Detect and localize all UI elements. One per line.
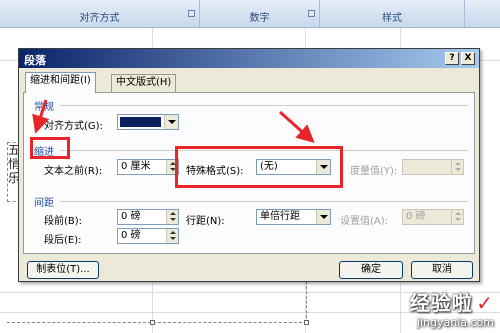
dialog-launcher-icon[interactable]: [188, 10, 195, 17]
ribbon: 对齐方式 数字 样式: [0, 0, 500, 28]
spinner-icon[interactable]: [451, 210, 463, 224]
check-icon: ✓: [476, 291, 494, 315]
ribbon-group-label: 对齐方式: [79, 13, 120, 24]
ok-button[interactable]: 确定: [339, 261, 403, 279]
shape-frame-edge: [7, 322, 307, 323]
space-before-value: 0 磅: [121, 211, 141, 222]
highlight-box-indent: [30, 137, 70, 159]
resize-handle[interactable]: [150, 320, 155, 325]
group-divider: [60, 201, 468, 202]
tab-chinese-typography[interactable]: 中文版式(H): [111, 74, 177, 92]
dialog-launcher-icon[interactable]: [308, 10, 315, 17]
space-after-label: 段后(E):: [44, 235, 82, 246]
dialog-title: 段落: [24, 54, 46, 67]
space-before-label: 段前(B):: [44, 216, 83, 227]
space-after-value: 0 磅: [121, 230, 141, 241]
before-text-value: 0 厘米: [121, 161, 151, 172]
chevron-down-icon[interactable]: [164, 115, 178, 129]
help-button[interactable]: ?: [445, 52, 459, 65]
cancel-button[interactable]: 取消: [411, 261, 473, 279]
set-value-label: 设置值(A):: [340, 216, 389, 227]
spinner-icon[interactable]: [166, 229, 178, 243]
group-title-spacing: 间距: [34, 198, 54, 209]
align-color-swatch: [120, 117, 161, 127]
space-after-input[interactable]: 0 磅: [117, 228, 179, 244]
resize-handle[interactable]: [304, 320, 309, 325]
before-text-input[interactable]: 0 厘米: [117, 159, 179, 175]
line-spacing-value: 单倍行距: [260, 211, 300, 222]
align-label: 对齐方式(G):: [44, 121, 103, 132]
tab-indent-spacing[interactable]: 缩进和间距(I): [25, 72, 96, 93]
ribbon-group-label: 数字: [249, 13, 270, 24]
close-button[interactable]: X: [461, 52, 475, 65]
set-value-input[interactable]: 0 磅: [402, 209, 464, 225]
before-text-label: 文本之前(R):: [44, 166, 103, 177]
ribbon-group-styles: 样式: [320, 0, 465, 27]
chevron-down-icon[interactable]: [316, 210, 330, 224]
set-value-value: 0 磅: [406, 211, 426, 222]
measure-label: 度量值(Y):: [350, 166, 398, 177]
spinner-icon[interactable]: [166, 210, 178, 224]
highlight-box-special-format: [175, 146, 343, 188]
watermark-url: jingyanla.com: [416, 316, 494, 329]
line-spacing-dropdown[interactable]: 单倍行距: [256, 209, 331, 225]
ribbon-group-alignment: 对齐方式: [0, 0, 200, 27]
watermark-name: 经验啦: [409, 291, 473, 315]
watermark: 经验啦 ✓ jingyanla.com: [410, 287, 494, 329]
ribbon-group-number: 数字: [200, 0, 320, 27]
space-before-input[interactable]: 0 磅: [117, 209, 179, 225]
group-title-general: 常规: [34, 102, 54, 113]
dialog-titlebar[interactable]: 段落 ? X: [19, 49, 479, 68]
align-dropdown[interactable]: [117, 114, 179, 130]
group-divider: [60, 105, 468, 106]
line-spacing-label: 行距(N):: [186, 216, 225, 227]
spinner-icon[interactable]: [451, 160, 463, 174]
tab-stops-button[interactable]: 制表位(T)...: [27, 261, 99, 279]
measure-input[interactable]: [402, 159, 464, 175]
ribbon-group-label: 样式: [382, 13, 402, 24]
